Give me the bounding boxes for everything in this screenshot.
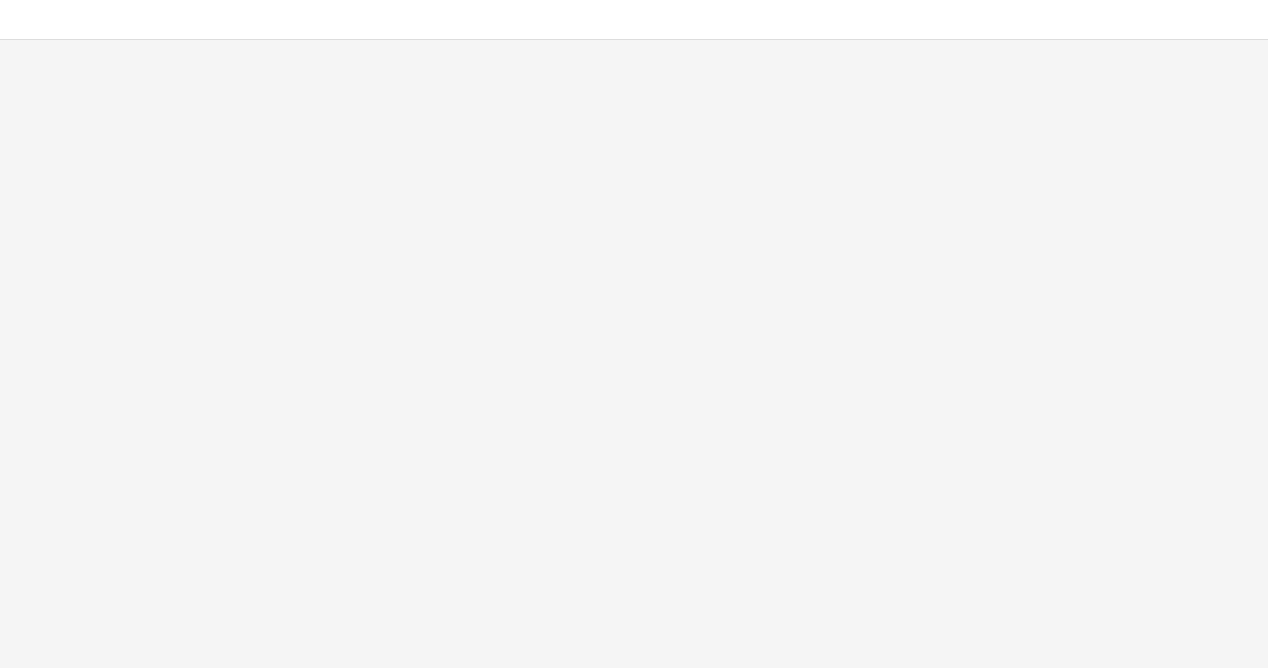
title-bar [0,0,1268,40]
main-content [0,40,1268,668]
app-window [0,0,1268,668]
